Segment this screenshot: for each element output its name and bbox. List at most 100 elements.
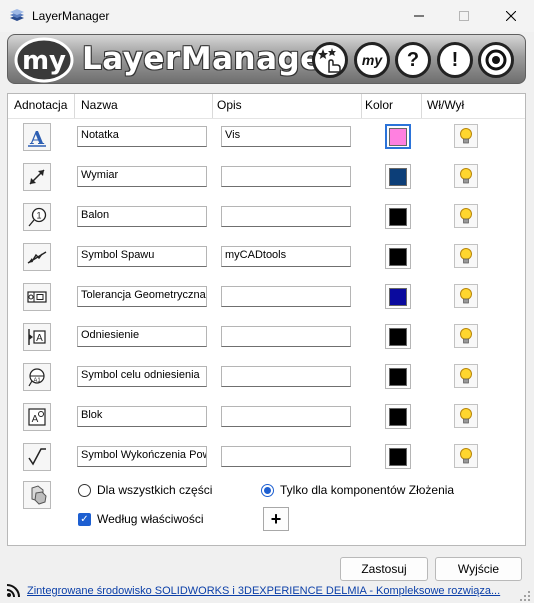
visibility-toggle[interactable] xyxy=(454,364,478,388)
annotation-button-note[interactable]: A xyxy=(23,123,51,151)
header-annotation: Adnotacja xyxy=(14,98,68,112)
header-separator xyxy=(212,94,213,118)
name-input[interactable]: Odniesienie xyxy=(77,326,207,347)
lightbulb-icon xyxy=(460,248,472,264)
name-input[interactable]: Tolerancja Geometryczna xyxy=(77,286,207,307)
color-swatch xyxy=(389,407,407,426)
visibility-toggle[interactable] xyxy=(454,404,478,428)
radio-assembly-only[interactable] xyxy=(261,483,274,497)
geometric-tolerance-icon xyxy=(27,291,47,303)
name-input[interactable]: Blok xyxy=(77,406,207,427)
name-input[interactable]: Wymiar xyxy=(77,166,207,187)
table-row: Tolerancja Geometryczna xyxy=(8,279,525,319)
description-input[interactable] xyxy=(221,166,351,187)
svg-text:1: 1 xyxy=(36,211,41,221)
apply-button[interactable]: Zastosuj xyxy=(340,557,428,581)
table-row: A Blok xyxy=(8,399,525,439)
info-button[interactable]: ! xyxy=(437,42,473,78)
help-button[interactable]: ? xyxy=(395,42,431,78)
description-input[interactable] xyxy=(221,326,351,347)
color-picker-button[interactable] xyxy=(385,124,411,149)
header-separator xyxy=(361,94,362,118)
my-button-label: my xyxy=(361,52,383,68)
record-button[interactable] xyxy=(478,42,514,78)
table-row: A Odniesienie xyxy=(8,319,525,359)
resize-grip-icon[interactable] xyxy=(519,590,531,602)
header-color: Kolor xyxy=(365,98,394,112)
minimize-button[interactable] xyxy=(396,0,442,32)
title-bar: LayerManager xyxy=(0,0,534,32)
color-picker-button[interactable] xyxy=(385,204,411,229)
assembly-filter-button[interactable] xyxy=(23,481,51,509)
minimize-icon xyxy=(414,15,424,17)
target-icon xyxy=(485,49,507,71)
name-input[interactable]: Balon xyxy=(77,206,207,227)
visibility-toggle[interactable] xyxy=(454,284,478,308)
description-input[interactable]: myCADtools xyxy=(221,246,351,267)
banner: my LayerManager my ? ! xyxy=(7,34,526,84)
visibility-toggle[interactable] xyxy=(454,164,478,188)
all-parts-label: Dla wszystkich części xyxy=(97,483,213,497)
rate-button[interactable] xyxy=(312,42,348,78)
annotation-button-weld[interactable] xyxy=(23,243,51,271)
color-swatch xyxy=(389,287,407,306)
rss-icon xyxy=(6,584,20,598)
annotation-button-datum-target[interactable]: A1 xyxy=(23,363,51,391)
annotation-button-block[interactable]: A xyxy=(23,403,51,431)
maximize-icon xyxy=(459,11,469,21)
color-picker-button[interactable] xyxy=(385,284,411,309)
visibility-toggle[interactable] xyxy=(454,244,478,268)
description-input[interactable]: Vis xyxy=(221,126,351,147)
exit-button[interactable]: Wyjście xyxy=(435,557,522,581)
assembly-only-option[interactable]: Tylko dla komponentów Złożenia xyxy=(261,483,454,497)
name-input[interactable]: Symbol Wykończenia Pow xyxy=(77,446,207,467)
description-input[interactable] xyxy=(221,286,351,307)
name-input[interactable]: Symbol celu odniesienia xyxy=(77,366,207,387)
balloon-icon: 1 xyxy=(28,207,47,227)
annotation-button-dimension[interactable] xyxy=(23,163,51,191)
description-input[interactable] xyxy=(221,206,351,227)
annotation-button-surface-finish[interactable] xyxy=(23,443,51,471)
visibility-toggle[interactable] xyxy=(454,124,478,148)
lightbulb-icon xyxy=(460,128,472,144)
news-link[interactable]: Zintegrowane środowisko SOLIDWORKS i 3DE… xyxy=(27,585,517,597)
add-property-button[interactable]: + xyxy=(263,507,289,531)
lightbulb-icon xyxy=(460,408,472,424)
note-icon: A xyxy=(28,128,46,148)
visibility-toggle[interactable] xyxy=(454,324,478,348)
name-input[interactable]: Symbol Spawu xyxy=(77,246,207,267)
visibility-toggle[interactable] xyxy=(454,204,478,228)
lightbulb-icon xyxy=(460,448,472,464)
annotation-button-balloon[interactable]: 1 xyxy=(23,203,51,231)
all-parts-option[interactable]: Dla wszystkich części xyxy=(78,483,212,497)
lightbulb-icon xyxy=(460,328,472,344)
annotation-button-datum[interactable]: A xyxy=(23,323,51,351)
color-picker-button[interactable] xyxy=(385,324,411,349)
checkbox-by-property[interactable]: ✓ xyxy=(78,512,91,526)
radio-all-parts[interactable] xyxy=(78,483,91,497)
color-picker-button[interactable] xyxy=(385,164,411,189)
color-swatch xyxy=(389,167,407,186)
description-input[interactable] xyxy=(221,406,351,427)
visibility-toggle[interactable] xyxy=(454,444,478,468)
block-icon: A xyxy=(28,408,46,426)
header-separator xyxy=(74,94,75,118)
by-property-option[interactable]: ✓ Według właściwości xyxy=(78,512,203,526)
mycadtools-button[interactable]: my xyxy=(354,42,390,78)
color-swatch xyxy=(389,207,407,226)
weld-symbol-icon xyxy=(27,251,47,264)
name-input[interactable]: Notatka xyxy=(77,126,207,147)
color-picker-button[interactable] xyxy=(385,444,411,469)
header-separator xyxy=(421,94,422,118)
svg-text:A: A xyxy=(32,414,39,425)
color-picker-button[interactable] xyxy=(385,244,411,269)
maximize-button[interactable] xyxy=(441,0,487,32)
stars-hand-icon xyxy=(318,48,341,73)
color-picker-button[interactable] xyxy=(385,404,411,429)
close-button[interactable] xyxy=(488,0,534,32)
annotation-button-geometric-tolerance[interactable] xyxy=(23,283,51,311)
my-logo-icon: my xyxy=(14,37,74,83)
description-input[interactable] xyxy=(221,446,351,467)
description-input[interactable] xyxy=(221,366,351,387)
color-picker-button[interactable] xyxy=(385,364,411,389)
